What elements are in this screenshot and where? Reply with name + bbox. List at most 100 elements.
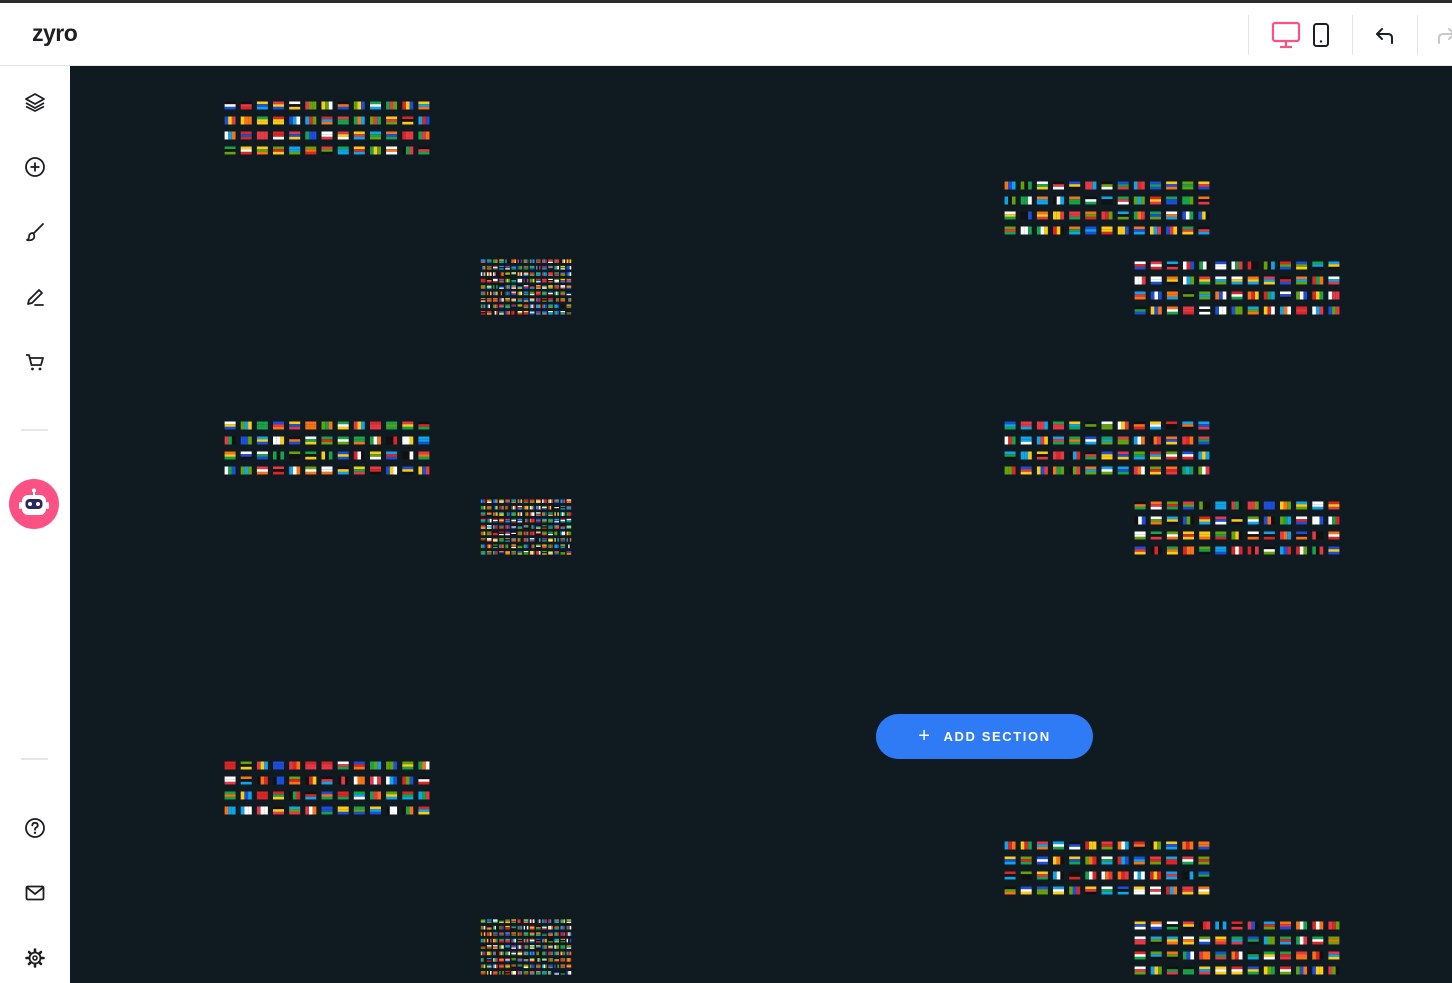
flag-stripe — [1199, 939, 1211, 942]
flag-stripe — [568, 298, 570, 302]
flag-stripe — [508, 259, 510, 263]
flag-stripe — [560, 972, 566, 974]
flag-stripe — [264, 761, 268, 770]
flag-stripe — [517, 526, 523, 528]
design-button[interactable] — [19, 216, 51, 248]
mobile-view-button[interactable] — [1305, 19, 1337, 51]
flag-stripe — [511, 545, 516, 547]
flag-stripe — [554, 311, 556, 315]
flag-stripe — [1328, 549, 1340, 552]
flags-image-small[interactable] — [480, 918, 572, 976]
flag-stripe — [560, 265, 566, 268]
flag-stripe — [1166, 296, 1178, 300]
flag-stripe — [486, 527, 492, 529]
flag-stripe — [499, 505, 501, 510]
flag-stripe — [1263, 291, 1268, 300]
flags-image[interactable] — [1002, 838, 1212, 898]
flag-stripe — [289, 106, 301, 110]
flag-stripe — [337, 471, 349, 475]
flag-stripe — [1251, 921, 1255, 930]
flags-image[interactable] — [222, 98, 432, 158]
flag-stripe — [511, 920, 516, 922]
flag-stripe — [337, 456, 349, 460]
flag-stripe — [494, 272, 497, 276]
flag-stripe — [499, 287, 504, 289]
flag-stripe — [480, 971, 486, 973]
flag-stripe — [493, 520, 498, 522]
zyro-logo[interactable]: zyro — [32, 20, 78, 47]
flag-stripe — [554, 960, 559, 962]
layers-button[interactable] — [19, 86, 51, 118]
flags-image-small[interactable] — [480, 258, 572, 316]
flag-stripe — [483, 304, 486, 309]
flag-stripe — [566, 512, 569, 516]
help-button[interactable] — [19, 812, 51, 844]
ai-assistant-button[interactable] — [9, 479, 59, 529]
flag-stripe — [1024, 196, 1029, 205]
flag-stripe — [386, 454, 398, 457]
flag-stripe — [555, 932, 558, 936]
flag-stripe — [402, 426, 414, 430]
flag-stripe — [566, 298, 569, 302]
flag-stripe — [1158, 306, 1162, 315]
flag-stripe — [560, 512, 563, 516]
flag-stripe — [486, 526, 492, 528]
redo-button[interactable] — [1430, 19, 1452, 51]
flag-stripe — [566, 971, 569, 975]
flag-stripe — [557, 311, 559, 315]
flag-stripe — [405, 776, 410, 785]
flag-stripe — [542, 925, 547, 928]
flag-stripe — [482, 938, 484, 943]
flags-image-small[interactable] — [480, 498, 572, 556]
flag-stripe — [1287, 531, 1291, 540]
flag-stripe — [1280, 936, 1291, 940]
flag-stripe — [526, 518, 529, 523]
flag-stripe — [486, 505, 492, 508]
desktop-view-button[interactable] — [1270, 19, 1302, 51]
flag-stripe — [402, 471, 414, 475]
store-button[interactable] — [19, 346, 51, 378]
undo-button[interactable] — [1369, 19, 1401, 51]
flag-stripe — [1040, 421, 1045, 430]
flag-stripe — [1085, 456, 1097, 460]
flag-stripe — [551, 505, 553, 510]
flag-stripe — [493, 300, 498, 302]
flag-stripe — [1215, 281, 1227, 285]
flag-stripe — [499, 281, 504, 283]
flag-stripe — [1150, 536, 1162, 540]
flag-stripe — [523, 966, 529, 969]
flags-image[interactable] — [1132, 918, 1342, 978]
flag-stripe — [568, 938, 570, 943]
flag-stripe — [517, 925, 520, 930]
edit-button[interactable] — [19, 281, 51, 313]
flag-stripe — [488, 932, 490, 936]
flag-stripe — [566, 551, 572, 553]
flags-image[interactable] — [222, 758, 432, 818]
flag-stripe — [520, 272, 523, 276]
website-canvas[interactable]: + ADD SECTION — [70, 66, 1452, 983]
flag-stripe — [480, 526, 486, 528]
flag-stripe — [480, 298, 486, 300]
flags-image[interactable] — [1002, 418, 1212, 478]
flag-stripe — [1182, 859, 1194, 862]
flag-stripe — [273, 791, 284, 795]
add-section-button[interactable]: + ADD SECTION — [876, 714, 1093, 759]
settings-button[interactable] — [19, 942, 51, 974]
flag-stripe — [1198, 181, 1210, 185]
flag-stripe — [542, 928, 547, 930]
flag-stripe — [523, 304, 529, 306]
flag-stripe — [557, 291, 559, 296]
flags-image[interactable] — [222, 418, 432, 478]
flags-image[interactable] — [1002, 178, 1212, 238]
flag-stripe — [1053, 844, 1064, 847]
flag-stripe — [1183, 971, 1194, 975]
flag-stripe — [483, 951, 486, 956]
messages-button[interactable] — [19, 877, 51, 909]
flag-stripe — [539, 919, 541, 923]
add-element-button[interactable] — [19, 151, 51, 183]
flag-stripe — [1150, 424, 1161, 427]
flags-image[interactable] — [1132, 498, 1342, 558]
flags-image[interactable] — [1132, 258, 1342, 318]
flag-stripe — [1004, 886, 1016, 890]
flag-stripe — [506, 285, 509, 289]
